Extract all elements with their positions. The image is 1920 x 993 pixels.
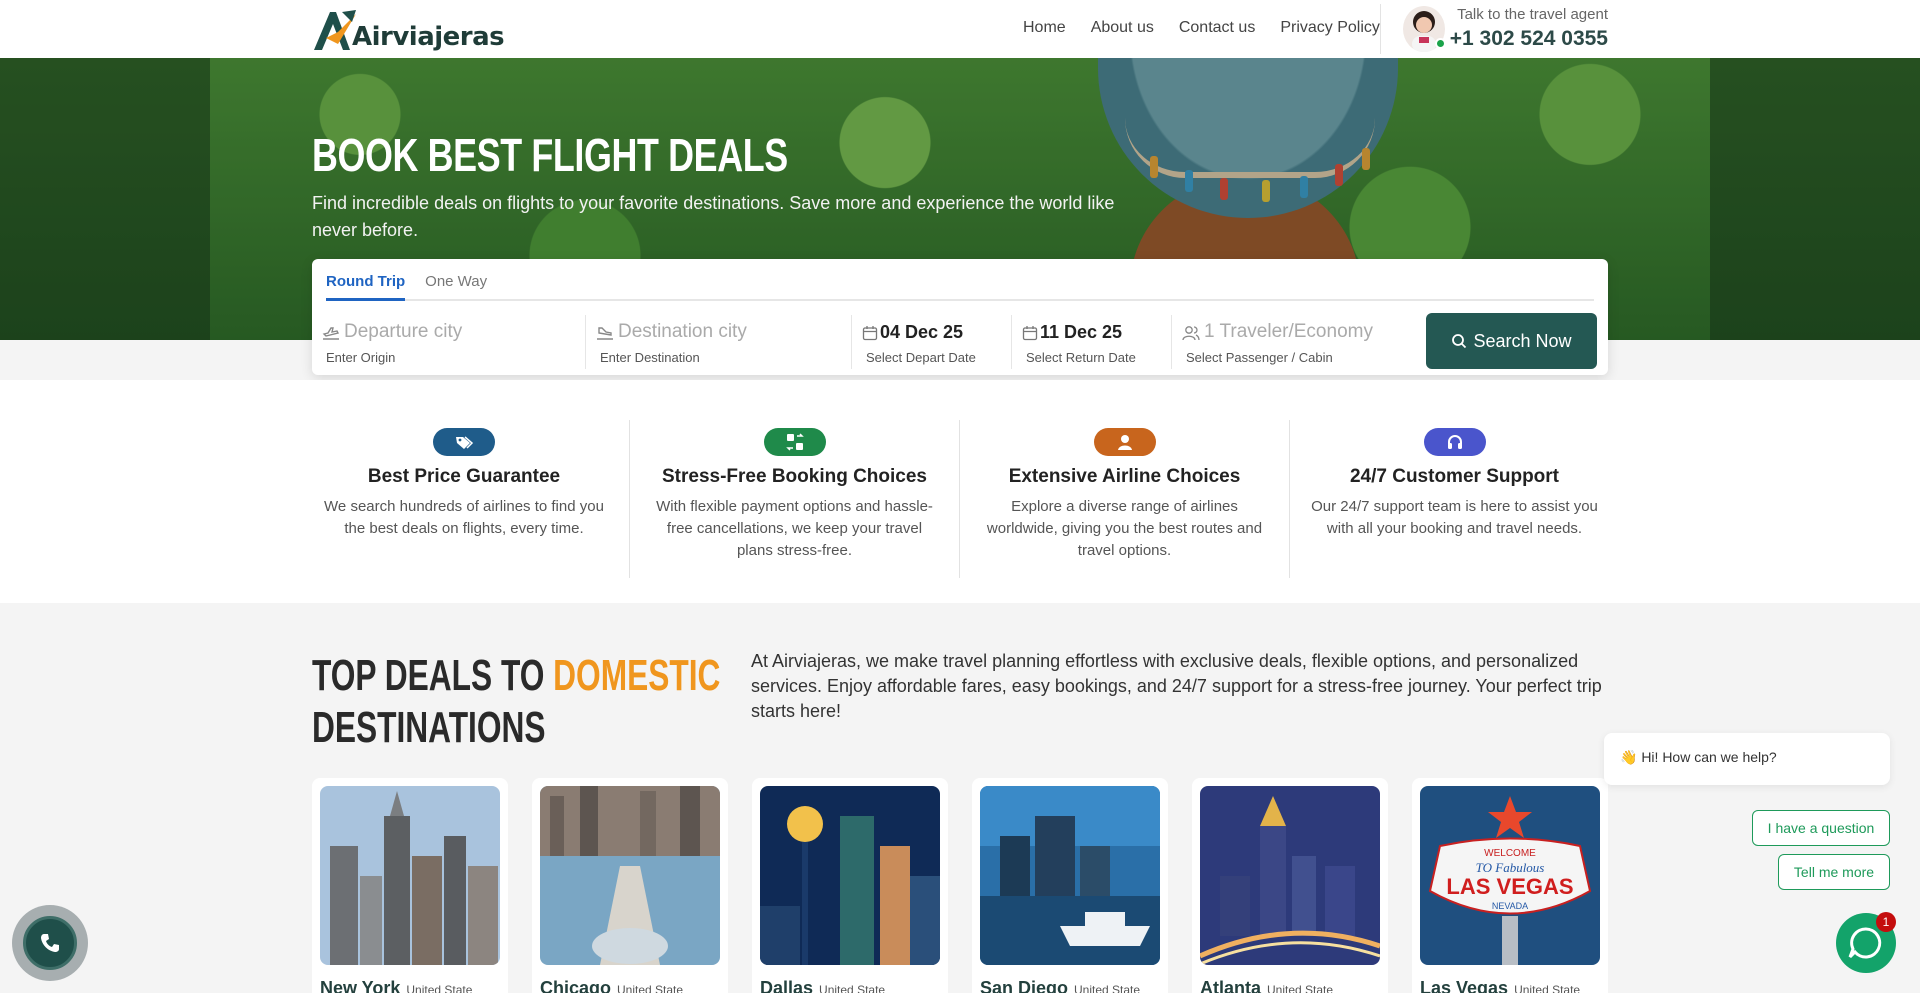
deals-intro: At Airviajeras, we make travel planning …: [751, 651, 1602, 721]
search-now-button[interactable]: Search Now: [1426, 313, 1597, 369]
city-name: New York United State: [320, 978, 473, 993]
calendar-icon: [1022, 325, 1040, 341]
deal-card-atlanta[interactable]: Atlanta United State: [1192, 778, 1388, 993]
hero-subtitle: Find incredible deals on flights to your…: [312, 193, 1115, 240]
city-image: [760, 786, 940, 965]
destination-value: Destination city: [618, 321, 747, 342]
feature-title: Best Price Guarantee: [367, 466, 561, 487]
features-section: Best Price Guarantee We search hundreds …: [0, 380, 1920, 603]
deal-card-las-vegas[interactable]: WELCOME TO Fabulous LAS VEGAS NEVADA Las…: [1412, 778, 1608, 993]
city-name: San Diego United State: [980, 978, 1141, 993]
takeoff-icon: [322, 325, 340, 341]
nav-privacy[interactable]: Privacy Policy: [1280, 19, 1380, 37]
brand-name: Airviajeras: [352, 22, 505, 52]
tab-round-trip[interactable]: Round Trip: [326, 273, 406, 301]
main-nav: Home About us Contact us Privacy Policy: [1023, 19, 1380, 37]
destination-hint: Enter Destination: [600, 350, 700, 365]
feature-title: 24/7 Customer Support: [1349, 466, 1560, 487]
trip-type-tabs: Round Trip One Way: [326, 273, 1594, 301]
chat-unread-badge: 1: [1876, 912, 1896, 932]
departure-hint: Enter Origin: [326, 350, 396, 365]
return-date-value: 11 Dec 25: [1040, 322, 1123, 342]
deal-card-dallas[interactable]: Dallas United State: [752, 778, 948, 993]
site-header: Airviajeras Home About us Contact us Pri…: [0, 0, 1920, 58]
hero-title: BOOK BEST FLIGHT DEALS: [312, 129, 788, 181]
city-name: Dallas United State: [760, 978, 886, 993]
deal-card-new-york[interactable]: New York United State: [312, 778, 508, 993]
nav-home[interactable]: Home: [1023, 19, 1066, 37]
feature-stress-free: Stress-Free Booking Choices With flexibl…: [629, 420, 959, 578]
return-date-field[interactable]: 11 Dec 25 Select Return Date: [1012, 315, 1172, 369]
nav-about[interactable]: About us: [1091, 19, 1154, 37]
city-image: [540, 786, 720, 965]
online-status-dot: [1435, 38, 1446, 49]
feature-title: Stress-Free Booking Choices: [661, 466, 928, 487]
departure-field[interactable]: Departure city Enter Origin: [312, 315, 586, 369]
city-name: Atlanta United State: [1200, 978, 1334, 993]
passenger-value: 1 Traveler/Economy: [1204, 321, 1373, 342]
feature-best-price: Best Price Guarantee We search hundreds …: [299, 420, 629, 578]
city-image: [980, 786, 1160, 965]
brand-logo[interactable]: Airviajeras: [312, 6, 505, 52]
svg-text:NEVADA: NEVADA: [1492, 901, 1528, 911]
svg-text:LAS VEGAS: LAS VEGAS: [1446, 874, 1573, 899]
return-date-hint: Select Return Date: [1026, 350, 1136, 365]
city-name: Chicago United State: [540, 978, 684, 993]
city-image: [320, 786, 500, 965]
agent-phone[interactable]: +1 302 524 0355: [1450, 27, 1608, 51]
deal-card-san-diego[interactable]: San Diego United State: [972, 778, 1168, 993]
city-name: Las Vegas United State: [1420, 978, 1581, 993]
feature-desc: We search hundreds of airlines to find y…: [324, 498, 604, 537]
feature-desc: Our 24/7 support team is here to assist …: [1311, 498, 1598, 537]
passenger-hint: Select Passenger / Cabin: [1186, 350, 1333, 365]
chat-greeting: 👋 Hi! How can we help?: [1604, 733, 1890, 785]
users-icon: [1182, 325, 1200, 341]
landing-icon: [596, 325, 614, 341]
call-button[interactable]: [12, 905, 88, 981]
departure-value: Departure city: [344, 321, 463, 342]
deals-heading-accent: DOMESTIC: [553, 651, 721, 700]
feature-desc: Explore a diverse range of airlines worl…: [986, 498, 1263, 559]
passenger-field[interactable]: 1 Traveler/Economy Select Passenger / Ca…: [1172, 315, 1412, 369]
calendar-icon: [862, 325, 880, 341]
depart-date-hint: Select Depart Date: [866, 350, 976, 365]
user-shield-icon: [1093, 428, 1156, 456]
nav-contact[interactable]: Contact us: [1179, 19, 1255, 37]
svg-text:TO Fabulous: TO Fabulous: [1476, 860, 1545, 875]
chat-question-button[interactable]: I have a question: [1752, 810, 1890, 846]
svg-text:WELCOME: WELCOME: [1484, 848, 1536, 859]
feature-desc: With flexible payment options and hassle…: [656, 498, 933, 559]
agent-contact[interactable]: Talk to the travel agent +1 302 524 0355: [1380, 4, 1608, 54]
depart-date-field[interactable]: 04 Dec 25 Select Depart Date: [852, 315, 1012, 369]
tags-icon: [433, 428, 495, 456]
feature-title: Extensive Airline Choices: [1008, 466, 1241, 487]
depart-date-value: 04 Dec 25: [880, 322, 964, 342]
exchange-icon: [763, 428, 826, 456]
deals-heading: TOP DEALS TO DOMESTIC DESTINATIONS: [312, 651, 721, 752]
phone-icon: [41, 934, 59, 952]
agent-label: Talk to the travel agent: [1457, 6, 1608, 23]
search-icon: [1452, 334, 1467, 349]
feature-support: 24/7 Customer Support Our 24/7 support t…: [1289, 420, 1619, 578]
search-now-label: Search Now: [1473, 330, 1572, 351]
city-image: [1200, 786, 1380, 965]
deal-card-chicago[interactable]: Chicago United State: [532, 778, 728, 993]
chat-tell-more-button[interactable]: Tell me more: [1778, 854, 1890, 890]
destination-field[interactable]: Destination city Enter Destination: [586, 315, 852, 369]
city-image: WELCOME TO Fabulous LAS VEGAS NEVADA: [1420, 786, 1600, 965]
tab-one-way[interactable]: One Way: [425, 273, 487, 299]
headset-icon: [1423, 428, 1486, 456]
flight-search-box: Round Trip One Way Departure city Enter …: [312, 259, 1608, 375]
feature-airline-choices: Extensive Airline Choices Explore a dive…: [959, 420, 1289, 578]
